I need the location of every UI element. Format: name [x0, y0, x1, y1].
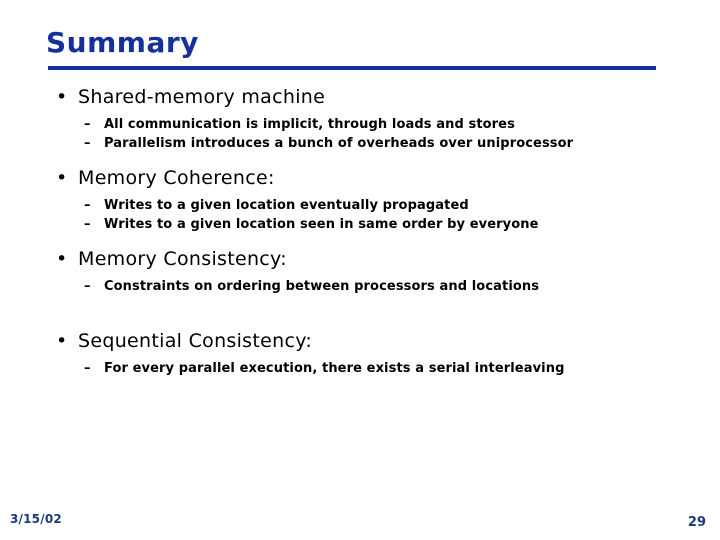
- bullet-dot-icon: •: [56, 167, 68, 189]
- bullet-level2-all-communication: – All communication is implicit, through…: [52, 115, 700, 134]
- bullet-dash-icon: –: [84, 198, 91, 213]
- bullet-level1-shared-memory-machine: • Shared-memory machine: [52, 84, 700, 110]
- bullet-dash-icon: –: [84, 136, 91, 151]
- bullet-level2-label: Writes to a given location eventually pr…: [104, 198, 469, 213]
- bullet-level2-label: Parallelism introduces a bunch of overhe…: [104, 136, 574, 151]
- bullet-level2-label: All communication is implicit, through l…: [104, 117, 515, 132]
- bullet-group-shared-memory-machine: • Shared-memory machine – All communicat…: [52, 84, 700, 153]
- bullet-level2-writes-eventually-propagated: – Writes to a given location eventually …: [52, 196, 700, 215]
- bullet-dash-icon: –: [84, 361, 91, 376]
- bullet-level1-label: Memory Consistency:: [78, 248, 287, 270]
- bullet-level2-constraints-on-ordering: – Constraints on ordering between proces…: [52, 277, 700, 296]
- bullet-group-sequential-consistency: • Sequential Consistency: – For every pa…: [52, 328, 700, 378]
- bullet-dash-icon: –: [84, 279, 91, 294]
- bullet-level1-memory-coherence: • Memory Coherence:: [52, 165, 700, 191]
- bullet-level1-label: Shared-memory machine: [78, 86, 326, 108]
- footer-date: 3/15/02: [10, 512, 62, 526]
- slide-body: • Shared-memory machine – All communicat…: [52, 84, 700, 378]
- bullet-group-memory-consistency: • Memory Consistency: – Constraints on o…: [52, 246, 700, 296]
- bullet-group-memory-coherence: • Memory Coherence: – Writes to a given …: [52, 165, 700, 234]
- bullet-level1-label: Memory Coherence:: [78, 167, 275, 189]
- bullet-level2-label: For every parallel execution, there exis…: [104, 361, 565, 376]
- title-underline-rule: [48, 66, 656, 70]
- bullet-level2-label: Constraints on ordering between processo…: [104, 279, 540, 294]
- bullet-level1-label: Sequential Consistency:: [78, 330, 313, 352]
- bullet-level1-sequential-consistency: • Sequential Consistency:: [52, 328, 700, 354]
- bullet-level2-serial-interleaving: – For every parallel execution, there ex…: [52, 359, 700, 378]
- footer-page-number: 29: [687, 515, 706, 530]
- bullet-dot-icon: •: [56, 86, 68, 108]
- bullet-dot-icon: •: [56, 330, 68, 352]
- bullet-level2-parallelism-overheads: – Parallelism introduces a bunch of over…: [52, 134, 700, 153]
- page-title: Summary: [46, 26, 199, 59]
- bullet-dot-icon: •: [56, 248, 68, 270]
- slide-canvas: Summary • Shared-memory machine – All co…: [0, 0, 720, 540]
- bullet-level1-memory-consistency: • Memory Consistency:: [52, 246, 700, 272]
- bullet-level2-label: Writes to a given location seen in same …: [104, 217, 539, 232]
- bullet-dash-icon: –: [84, 117, 91, 132]
- bullet-level2-writes-same-order: – Writes to a given location seen in sam…: [52, 215, 700, 234]
- bullet-dash-icon: –: [84, 217, 91, 232]
- title-block: Summary: [46, 26, 658, 60]
